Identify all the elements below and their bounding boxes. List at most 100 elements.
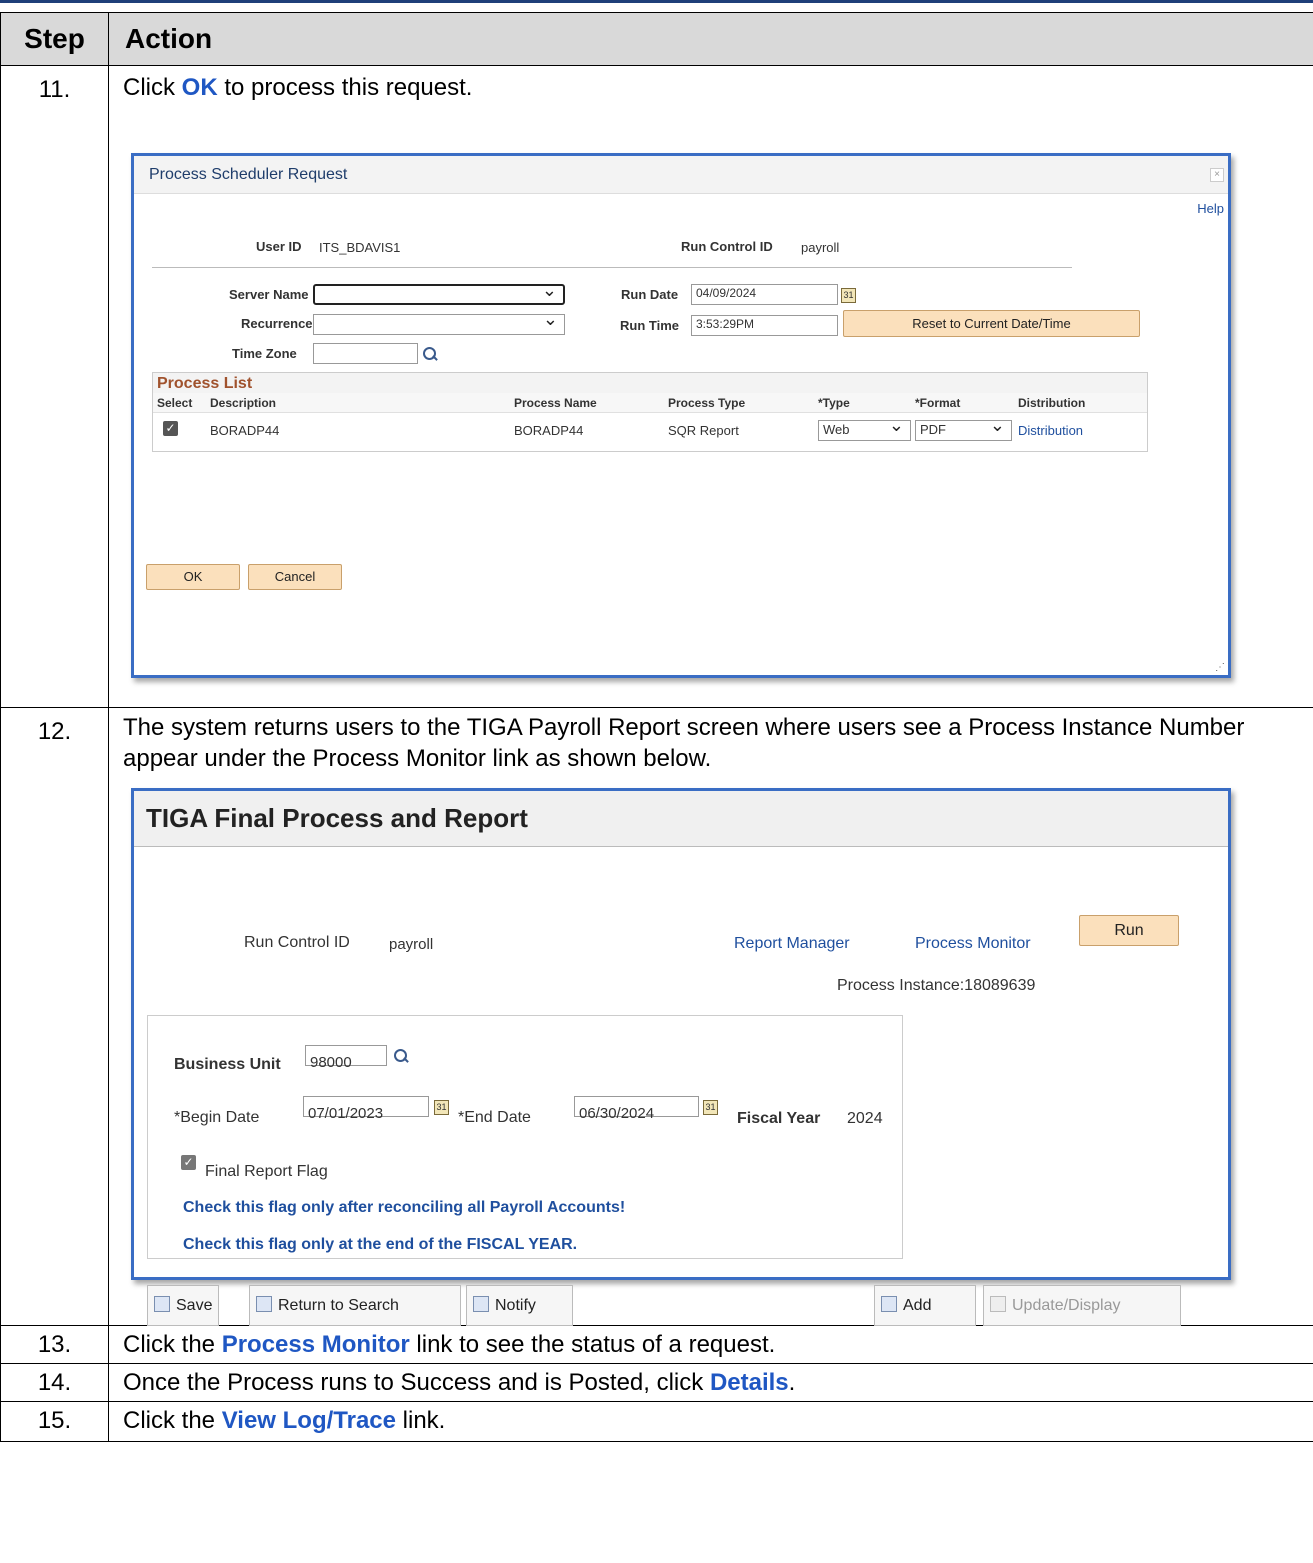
search-icon[interactable]: [394, 1049, 408, 1063]
run-control-label: Run Control ID: [244, 934, 350, 951]
process-scheduler-dialog: Process Scheduler Request × Help User ID…: [131, 153, 1231, 678]
table-row: 15. Click the View Log/Trace link.: [0, 1401, 1313, 1442]
details-reference: Details: [709, 1369, 789, 1396]
run-date-input[interactable]: 04/09/2024: [691, 284, 838, 305]
col-select: Select: [157, 396, 193, 410]
search-icon[interactable]: [423, 347, 437, 361]
report-manager-link[interactable]: Report Manager: [734, 928, 850, 959]
action-text: Click the: [123, 1331, 222, 1358]
col-distribution: Distribution: [1018, 396, 1086, 410]
grid-title-bar: [153, 373, 1147, 393]
run-time-label: Run Time: [620, 318, 679, 333]
step-number: 13.: [0, 1325, 109, 1364]
row-process-name: BORADP44: [514, 423, 584, 438]
business-unit-input[interactable]: 98000: [305, 1045, 387, 1071]
notify-button[interactable]: Notify: [466, 1285, 573, 1326]
time-zone-input[interactable]: [313, 343, 418, 364]
step-number: 15.: [0, 1401, 109, 1442]
calendar-icon[interactable]: 31: [703, 1100, 718, 1115]
close-icon[interactable]: ×: [1210, 168, 1224, 182]
row-process-type: SQR Report: [668, 423, 739, 438]
reset-datetime-button[interactable]: Reset to Current Date/Time: [843, 310, 1140, 337]
run-button[interactable]: Run: [1079, 915, 1179, 946]
step-action: Click OK to process this request. Proces…: [108, 65, 1313, 708]
col-description: Description: [210, 396, 277, 410]
step-number: 11.: [0, 65, 109, 708]
end-date-label: *End Date: [458, 1109, 531, 1126]
table-header-row: Step Action: [0, 12, 1313, 66]
fiscal-year-value: 2024: [847, 1110, 883, 1127]
resize-grip-icon[interactable]: ⋰: [1215, 662, 1225, 673]
begin-date-input[interactable]: 07/01/2023: [303, 1096, 429, 1122]
business-unit-label: Business Unit: [174, 1056, 281, 1073]
page-header: TIGA Final Process and Report: [134, 791, 1228, 847]
begin-date-label: *Begin Date: [174, 1109, 260, 1126]
action-text: The system returns users to the TIGA Pay…: [123, 714, 1245, 772]
server-name-label: Server Name: [229, 287, 309, 302]
user-id-label: User ID: [256, 239, 302, 254]
action-text: link to see the status of a request.: [409, 1331, 776, 1358]
run-control-value: payroll: [801, 240, 840, 255]
step-number: 14.: [0, 1363, 109, 1402]
steps-table: Step Action 11. Click OK to process this…: [0, 12, 1313, 1442]
ok-button[interactable]: OK: [146, 564, 240, 590]
cancel-button[interactable]: Cancel: [248, 564, 342, 590]
add-button[interactable]: Add: [874, 1285, 976, 1326]
distribution-link[interactable]: Distribution: [1018, 423, 1083, 438]
view-log-trace-reference: View Log/Trace: [221, 1407, 396, 1434]
col-type: *Type: [818, 396, 850, 410]
fiscal-year-note: Check this flag only at the end of the F…: [183, 1236, 578, 1253]
save-icon: [154, 1296, 170, 1312]
step-header: Step: [0, 12, 109, 66]
end-date-input[interactable]: 06/30/2024: [574, 1096, 699, 1122]
update-label: Update/Display: [1012, 1297, 1121, 1314]
action-text: to process this request.: [217, 74, 473, 101]
dialog-header: Process Scheduler Request ×: [134, 156, 1228, 194]
help-link[interactable]: Help: [1197, 201, 1224, 216]
notify-icon: [473, 1296, 489, 1312]
update-display-icon: [990, 1296, 1006, 1312]
action-text: link.: [396, 1407, 446, 1434]
run-control-label: Run Control ID: [681, 239, 773, 254]
calendar-icon[interactable]: 31: [841, 288, 856, 303]
return-to-search-button[interactable]: Return to Search: [249, 1285, 461, 1326]
grid-header-row: [153, 393, 1147, 413]
run-control-value: payroll: [389, 936, 434, 953]
server-name-select[interactable]: [313, 280, 565, 305]
save-button[interactable]: Save: [147, 1285, 220, 1326]
save-label: Save: [176, 1297, 213, 1314]
action-text: .: [788, 1369, 796, 1396]
run-time-input[interactable]: 3:53:29PM: [691, 315, 838, 336]
type-select[interactable]: Web: [818, 415, 911, 441]
table-row: 13. Click the Process Monitor link to se…: [0, 1325, 1313, 1364]
process-instance-text: Process Instance:18089639: [837, 977, 1036, 994]
col-format: *Format: [915, 396, 961, 410]
user-id-value: ITS_BDAVIS1: [319, 240, 401, 255]
recurrence-select[interactable]: [313, 309, 565, 335]
add-label: Add: [903, 1297, 932, 1314]
select-checkbox[interactable]: ✓: [163, 421, 178, 436]
col-process-type: Process Type: [668, 396, 746, 410]
step-action: Click the Process Monitor link to see th…: [108, 1325, 1313, 1364]
table-row: 14. Once the Process runs to Success and…: [0, 1363, 1313, 1402]
final-report-checkbox[interactable]: ✓: [181, 1155, 196, 1170]
notify-label: Notify: [495, 1297, 536, 1314]
calendar-icon[interactable]: 31: [434, 1100, 449, 1115]
process-monitor-link[interactable]: Process Monitor: [915, 928, 1031, 959]
time-zone-label: Time Zone: [232, 346, 297, 361]
step-action: The system returns users to the TIGA Pay…: [108, 707, 1313, 1326]
fiscal-year-label: Fiscal Year: [737, 1110, 821, 1127]
action-text: Click: [123, 74, 182, 101]
top-rule: [0, 0, 1313, 3]
format-select[interactable]: PDF: [915, 415, 1012, 441]
add-icon: [881, 1296, 897, 1312]
col-process-name: Process Name: [514, 396, 597, 410]
page-title: TIGA Final Process and Report: [146, 803, 528, 833]
step-action: Once the Process runs to Success and is …: [108, 1363, 1313, 1402]
action-text: Click the: [123, 1407, 222, 1434]
recurrence-label: Recurrence: [241, 316, 313, 331]
update-display-button[interactable]: Update/Display: [983, 1285, 1181, 1326]
divider: [152, 267, 1072, 268]
step-action: Click the View Log/Trace link.: [108, 1401, 1313, 1442]
return-label: Return to Search: [278, 1297, 399, 1314]
